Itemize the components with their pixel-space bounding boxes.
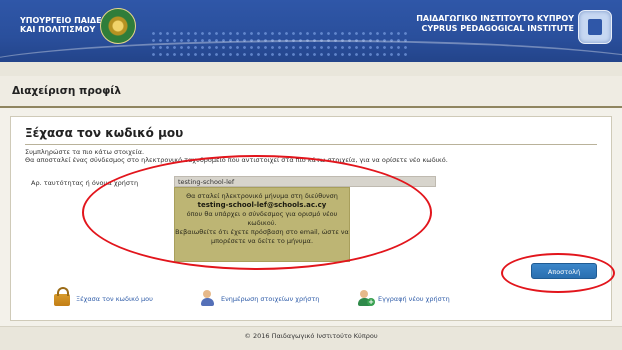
annotation-ellipse-message (82, 155, 432, 270)
institute-line2: CYPRUS PEDAGOGICAL INSTITUTE (421, 24, 575, 33)
institute-line1: ΠΑΙΔΑΓΩΓΙΚΟ ΙΝΣΤΙΤΟΥΤΟ ΚΥΠΡΟΥ (416, 14, 574, 23)
register-user-link[interactable]: Εγγραφή νέου χρήστη (378, 295, 450, 303)
update-user-link[interactable]: Ενημέρωση στοιχείων χρήστη (221, 295, 319, 303)
page-title: Διαχείριση προφίλ (12, 85, 122, 97)
institute-name: ΠΑΙΔΑΓΩΓΙΚΟ ΙΝΣΤΙΤΟΥΤΟ ΚΥΠΡΟΥ CYPRUS PED… (416, 14, 574, 34)
divider (25, 144, 597, 145)
profile-links: Ξέχασα τον κωδικό μου Ενημέρωση στοιχείω… (11, 287, 611, 313)
forgot-password-link[interactable]: Ξέχασα τον κωδικό μου (76, 295, 153, 303)
user-edit-icon[interactable] (200, 289, 216, 307)
header-banner: ΥΠΟΥΡΓΕΙΟ ΠΑΙΔΕΙΑΣ ΚΑΙ ΠΟΛΙΤΙΣΜΟΥ ΠΑΙΔΑΓ… (0, 0, 622, 62)
top-strip (0, 62, 622, 77)
annotation-ellipse-button (501, 253, 615, 293)
institute-logo-icon[interactable] (578, 10, 612, 44)
plus-icon: + (367, 298, 375, 306)
lock-icon[interactable] (54, 287, 70, 306)
form-heading: Ξέχασα τον κωδικό μου (25, 126, 184, 140)
cyprus-emblem-icon (100, 8, 136, 44)
banner-wave (0, 40, 622, 62)
footer: © 2016 Παιδαγωγικό Ινστιτούτο Κύπρου (0, 326, 622, 350)
footer-copyright: © 2016 Παιδαγωγικό Ινστιτούτο Κύπρου (244, 332, 378, 340)
title-bar: Διαχείριση προφίλ (0, 76, 622, 108)
